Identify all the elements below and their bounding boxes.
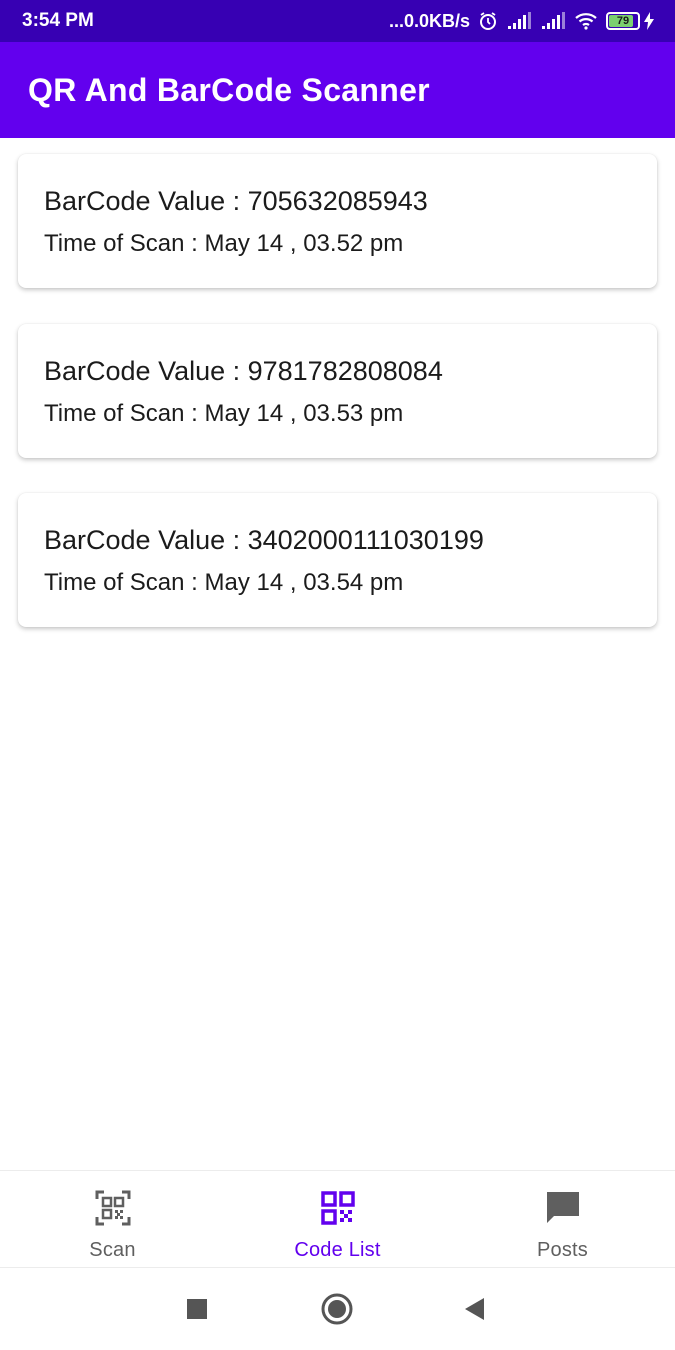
wifi-icon (574, 12, 598, 30)
app-title: QR And BarCode Scanner (28, 71, 430, 108)
qr-scan-icon (94, 1189, 132, 1227)
back-triangle-icon[interactable] (454, 1288, 496, 1330)
signal-icon-sim2 (540, 12, 566, 30)
nav-item-scan[interactable]: Scan (0, 1171, 225, 1267)
status-time: 3:54 PM (22, 10, 94, 31)
nav-label-code-list: Code List (294, 1239, 381, 1261)
qr-code-icon (319, 1189, 357, 1227)
chat-bubble-icon (544, 1189, 582, 1227)
scan-card[interactable]: BarCode Value : 9781782808084 Time of Sc… (18, 324, 657, 458)
status-bar: 3:54 PM ...0.0KB/s 79 (0, 0, 675, 42)
scan-time: Time of Scan : May 14 , 03.52 pm (44, 230, 404, 257)
scan-list[interactable]: BarCode Value : 705632085943 Time of Sca… (0, 138, 675, 1170)
nav-label-scan: Scan (89, 1239, 136, 1261)
signal-icon-sim1 (506, 12, 532, 30)
nav-item-posts[interactable]: Posts (450, 1171, 675, 1267)
scan-time: Time of Scan : May 14 , 03.54 pm (44, 569, 404, 596)
network-speed: ...0.0KB/s (388, 10, 470, 31)
charging-bolt-icon (644, 12, 654, 30)
scan-card[interactable]: BarCode Value : 705632085943 Time of Sca… (18, 154, 657, 288)
barcode-value: BarCode Value : 9781782808084 (44, 356, 443, 386)
nav-label-posts: Posts (536, 1239, 589, 1261)
home-circle-icon[interactable] (316, 1288, 358, 1330)
app-bar: QR And BarCode Scanner (0, 42, 675, 138)
status-indicators: ...0.0KB/s 79 (389, 11, 655, 32)
battery-icon: 79 (606, 12, 655, 30)
recents-square-icon[interactable] (176, 1288, 218, 1330)
system-navigation-bar (0, 1268, 675, 1350)
bottom-navigation: Scan Code List Posts (0, 1170, 675, 1268)
scan-card[interactable]: BarCode Value : 3402000111030199 Time of… (18, 493, 657, 627)
barcode-value: BarCode Value : 705632085943 (44, 186, 428, 216)
alarm-icon (478, 11, 498, 31)
nav-item-code-list[interactable]: Code List (225, 1171, 450, 1267)
barcode-value: BarCode Value : 3402000111030199 (44, 525, 484, 555)
scan-time: Time of Scan : May 14 , 03.53 pm (44, 400, 404, 427)
battery-level: 79 (616, 15, 630, 27)
